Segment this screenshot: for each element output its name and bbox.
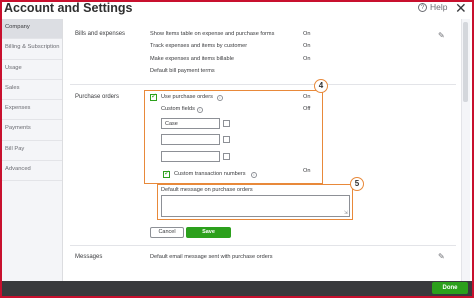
pencil-icon[interactable]: ✎ bbox=[438, 252, 445, 261]
info-icon[interactable]: i bbox=[217, 95, 223, 101]
default-message-label: Default message on purchase orders bbox=[161, 187, 253, 193]
sidebar-item-advanced[interactable]: Advanced bbox=[2, 161, 62, 182]
callout-badge: 4 bbox=[314, 79, 328, 93]
callout-badge: 5 bbox=[350, 177, 364, 191]
bills-section-label: Bills and expenses bbox=[75, 31, 126, 37]
custom-field-checkbox[interactable] bbox=[223, 153, 230, 160]
purchase-orders-section-label: Purchase orders bbox=[75, 94, 120, 100]
use-purchase-orders-value: On bbox=[303, 94, 311, 100]
default-message-textarea[interactable]: ⇲ bbox=[161, 195, 350, 217]
custom-field-name-input[interactable] bbox=[161, 151, 220, 162]
messages-section-label: Messages bbox=[75, 254, 103, 260]
custom-field-name-input[interactable] bbox=[161, 134, 220, 145]
section-divider bbox=[70, 84, 456, 85]
resize-handle-icon[interactable]: ⇲ bbox=[344, 210, 348, 216]
done-button[interactable]: Done bbox=[432, 282, 468, 294]
sidebar-item-billing-subscription[interactable]: Billing & Subscription bbox=[2, 39, 62, 60]
sidebar-item-expenses[interactable]: Expenses bbox=[2, 100, 62, 121]
pencil-icon[interactable]: ✎ bbox=[438, 31, 445, 40]
custom-transaction-numbers-label: Custom transaction numbers bbox=[174, 171, 246, 177]
section-divider bbox=[70, 245, 456, 246]
footer-bar bbox=[2, 281, 472, 296]
custom-fields-value: Off bbox=[303, 106, 311, 112]
help-label: Help bbox=[430, 2, 448, 12]
custom-field-name-input[interactable]: Case bbox=[161, 118, 220, 129]
help-icon: ? bbox=[418, 2, 427, 12]
sidebar-item-company[interactable]: Company bbox=[2, 19, 62, 40]
custom-field-checkbox[interactable] bbox=[223, 136, 230, 143]
info-icon[interactable]: i bbox=[251, 172, 257, 178]
bills-row-value: On bbox=[303, 31, 311, 37]
scrollbar-thumb[interactable] bbox=[463, 22, 468, 102]
custom-transaction-numbers-checkbox[interactable] bbox=[163, 169, 170, 178]
sidebar-item-usage[interactable]: Usage bbox=[2, 60, 62, 80]
custom-transaction-numbers-value: On bbox=[303, 168, 311, 174]
bills-row-text: Show Items table on expense and purchase… bbox=[150, 31, 275, 37]
sidebar-item-payments[interactable]: Payments bbox=[2, 120, 62, 141]
cancel-button[interactable]: Cancel bbox=[150, 227, 184, 238]
sidebar-item-bill-pay[interactable]: Bill Pay bbox=[2, 141, 62, 162]
page-title: Account and Settings bbox=[4, 1, 133, 15]
info-icon[interactable]: i bbox=[197, 107, 203, 113]
close-icon[interactable]: ✕ bbox=[455, 1, 467, 15]
settings-sidebar: Company Billing & Subscription Usage Sal… bbox=[2, 19, 63, 281]
use-purchase-orders-checkbox[interactable] bbox=[150, 92, 157, 101]
custom-field-checkbox[interactable] bbox=[223, 120, 230, 127]
settings-main: Bills and expenses Show Items table on e… bbox=[64, 19, 460, 281]
bills-row-text: Make expenses and items billable bbox=[150, 56, 234, 62]
help-link[interactable]: ? Help bbox=[418, 2, 447, 12]
custom-fields-label: Custom fields bbox=[161, 106, 195, 112]
sidebar-item-sales[interactable]: Sales bbox=[2, 80, 62, 101]
save-button[interactable]: Save bbox=[186, 227, 231, 238]
bills-row-text: Default bill payment terms bbox=[150, 68, 215, 74]
use-purchase-orders-label: Use purchase orders bbox=[161, 94, 213, 100]
bills-row-text: Track expenses and items by customer bbox=[150, 43, 248, 49]
bills-row-value: On bbox=[303, 43, 311, 49]
messages-row-text: Default email message sent with purchase… bbox=[150, 254, 273, 260]
bills-row-value: On bbox=[303, 56, 311, 62]
